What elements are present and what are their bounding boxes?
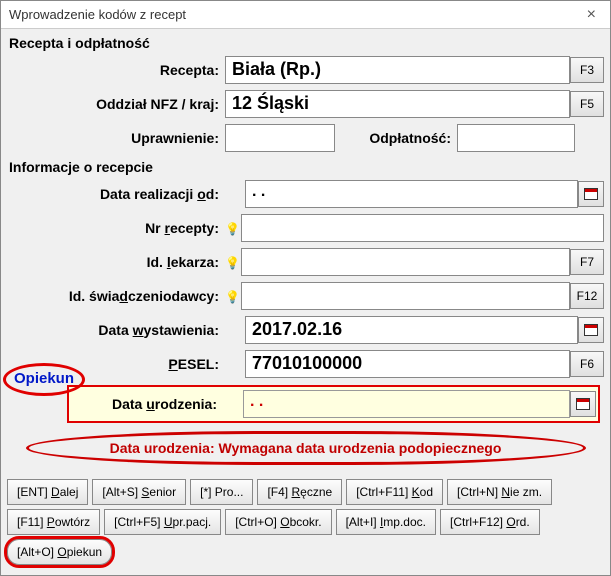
data-wyst-calendar-button[interactable]	[578, 317, 604, 343]
data-realizacji-label: Data realizacji od:	[7, 186, 225, 202]
ctrlf5-uprpacj-button[interactable]: [Ctrl+F5] Upr.pacj.	[104, 509, 221, 535]
data-urodzenia-calendar-button[interactable]	[570, 391, 596, 417]
section-prescription-payment: Recepta i odpłatność	[7, 33, 604, 55]
nr-recepty-label: Nr recepty:	[7, 220, 225, 236]
ctrlo-obcokr-button[interactable]: [Ctrl+O] Obcokr.	[225, 509, 331, 535]
data-realizacji-input[interactable]: . .	[245, 180, 578, 208]
id-lekarza-label: Id. lekarza:	[7, 254, 225, 270]
ent-dalej-button[interactable]: [ENT] Dalej	[7, 479, 88, 505]
data-urodzenia-label: Data urodzenia:	[71, 396, 223, 412]
oddzial-f5-button[interactable]: F5	[570, 91, 604, 117]
nr-recepty-input[interactable]	[241, 214, 604, 242]
opiekun-indicator: Opiekun	[3, 363, 85, 396]
odplatnosc-input[interactable]	[457, 124, 575, 152]
alts-senior-button[interactable]: [Alt+S] Senior	[92, 479, 186, 505]
titlebar: Wprowadzenie kodów z recept ×	[1, 1, 610, 29]
hint-icon: 💡	[225, 256, 237, 268]
alti-impdoc-button[interactable]: [Alt+I] Imp.doc.	[336, 509, 436, 535]
pesel-f6-button[interactable]: F6	[570, 351, 604, 377]
f4-reczne-button[interactable]: [F4] Ręczne	[257, 479, 342, 505]
alto-opiekun-button[interactable]: [Alt+O] Opiekun	[7, 539, 112, 565]
ctrlf11-kod-button[interactable]: [Ctrl+F11] Kod	[346, 479, 443, 505]
ctrlf12-ord-button[interactable]: [Ctrl+F12] Ord.	[440, 509, 540, 535]
window-title: Wprowadzenie kodów z recept	[9, 7, 186, 22]
recepta-label: Recepta:	[7, 62, 225, 78]
button-bar: [ENT] Dalej [Alt+S] Senior [*] Pro... [F…	[1, 475, 610, 569]
star-pro-button[interactable]: [*] Pro...	[190, 479, 253, 505]
pesel-input[interactable]: 77010100000	[245, 350, 570, 378]
prescription-codes-dialog: Wprowadzenie kodów z recept × Recepta i …	[0, 0, 611, 576]
uprawnienie-input[interactable]	[225, 124, 335, 152]
id-lekarza-input[interactable]	[241, 248, 570, 276]
section-prescription-info: Informacje o recepcie	[7, 157, 604, 179]
hint-icon: 💡	[225, 222, 237, 234]
oddzial-label: Oddział NFZ / kraj:	[7, 96, 225, 112]
close-icon[interactable]: ×	[581, 6, 602, 24]
calendar-icon	[584, 324, 598, 336]
calendar-icon	[584, 188, 598, 200]
id-lekarza-f7-button[interactable]: F7	[570, 249, 604, 275]
f11-powtorz-button[interactable]: [F11] Powtórz	[7, 509, 100, 535]
warning-message: Data urodzenia: Wymagana data urodzenia …	[26, 431, 586, 465]
id-swiad-label: Id. świadczeniodawcy:	[7, 288, 225, 304]
data-urodzenia-input[interactable]: . .	[243, 390, 570, 418]
id-swiad-f12-button[interactable]: F12	[570, 283, 604, 309]
odplatnosc-label: Odpłatność:	[335, 130, 457, 146]
data-wyst-label: Data wystawienia:	[7, 322, 225, 338]
data-wyst-input[interactable]: 2017.02.16	[245, 316, 578, 344]
uprawnienie-label: Uprawnienie:	[7, 130, 225, 146]
recepta-input[interactable]: Biała (Rp.)	[225, 56, 570, 84]
oddzial-input[interactable]: 12 Śląski	[225, 90, 570, 118]
data-realizacji-calendar-button[interactable]	[578, 181, 604, 207]
calendar-icon	[576, 398, 590, 410]
ctrln-niezm-button[interactable]: [Ctrl+N] Nie zm.	[447, 479, 552, 505]
hint-icon: 💡	[225, 290, 237, 302]
recepta-f3-button[interactable]: F3	[570, 57, 604, 83]
data-urodzenia-highlight: Data urodzenia: . .	[67, 385, 600, 423]
id-swiad-input[interactable]	[241, 282, 570, 310]
